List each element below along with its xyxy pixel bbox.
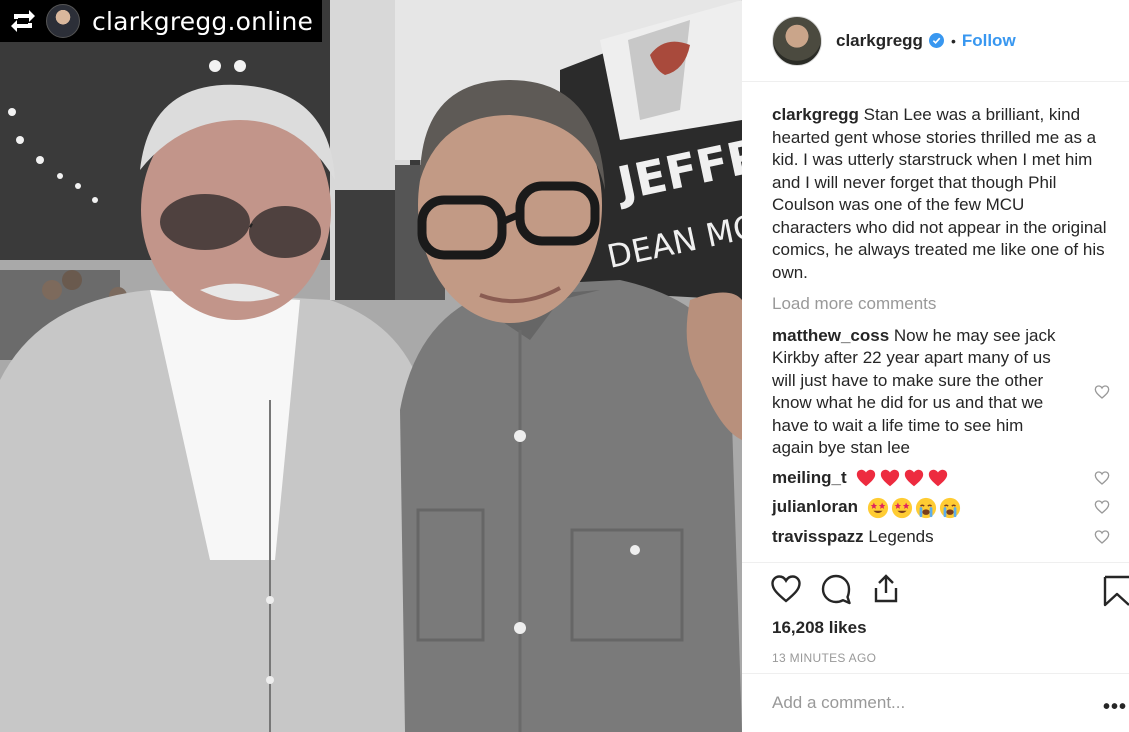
repost-icon — [8, 6, 38, 36]
post-sidebar: clarkgregg • Follow clarkgregg Stan Lee … — [742, 0, 1129, 732]
repost-avatar — [46, 4, 80, 38]
repost-bar: clarkgregg.online — [0, 0, 322, 42]
red-heart-icon — [929, 469, 948, 487]
comment-item: julianloran — [772, 496, 1122, 519]
post-caption: clarkgregg Stan Lee was a brilliant, kin… — [772, 104, 1108, 284]
like-heart-icon[interactable] — [770, 573, 802, 605]
add-comment-input[interactable] — [772, 693, 1072, 713]
post-timestamp[interactable]: 13 MINUTES AGO — [772, 651, 876, 665]
likes-count[interactable]: 16,208 likes — [772, 618, 867, 638]
star-struck-icon — [891, 497, 912, 518]
caption-text: Stan Lee was a brilliant, kind hearted g… — [772, 105, 1107, 282]
caption-username[interactable]: clarkgregg — [772, 105, 859, 124]
comment-username[interactable]: julianloran — [772, 497, 858, 516]
share-upload-icon[interactable] — [870, 573, 902, 605]
post-actions: 16,208 likes 13 MINUTES AGO — [742, 562, 1129, 672]
bookmark-icon[interactable] — [1103, 575, 1129, 607]
comment-item: travisspazz Legends — [772, 526, 1122, 549]
more-options-icon[interactable]: ••• — [1103, 696, 1127, 719]
comment-item: matthew_coss Now he may see jack Kirkby … — [772, 325, 1122, 460]
add-comment-bar: ••• — [742, 673, 1129, 732]
comment-item: meiling_t — [772, 467, 1122, 490]
avatar[interactable] — [772, 15, 822, 66]
star-struck-icon — [867, 497, 888, 518]
comment-username[interactable]: meiling_t — [772, 468, 847, 487]
like-comment-heart-icon[interactable] — [1094, 384, 1110, 400]
comment-username[interactable]: matthew_coss — [772, 326, 889, 345]
post-username[interactable]: clarkgregg — [836, 31, 923, 51]
like-comment-heart-icon[interactable] — [1094, 470, 1110, 486]
like-comment-heart-icon[interactable] — [1094, 529, 1110, 545]
red-heart-icon — [905, 469, 924, 487]
post-header: clarkgregg • Follow — [742, 0, 1129, 82]
comment-text: Now he may see jack Kirkby after 22 year… — [772, 325, 1056, 458]
red-heart-icon — [881, 469, 900, 487]
emoji-group — [867, 497, 961, 519]
like-comment-heart-icon[interactable] — [1094, 499, 1110, 515]
emoji-group — [855, 467, 949, 489]
red-heart-icon — [857, 469, 876, 487]
separator-dot: • — [950, 32, 956, 49]
comment-bubble-icon[interactable] — [820, 573, 852, 605]
comment-text: Legends — [868, 526, 934, 546]
photo-scene: JEFFRE DEAN MORGA — [0, 0, 742, 732]
repost-handle: clarkgregg.online — [92, 6, 314, 36]
comment-username[interactable]: travisspazz — [772, 527, 864, 546]
load-more-comments-button[interactable]: Load more comments — [772, 293, 1122, 316]
post-photo[interactable]: JEFFRE DEAN MORGA clarkgregg.online — [0, 0, 742, 732]
comments-list: clarkgregg Stan Lee was a brilliant, kin… — [772, 104, 1122, 548]
crying-face-icon — [915, 497, 936, 518]
crying-face-icon — [939, 497, 960, 518]
verified-badge-icon — [928, 33, 944, 48]
follow-button[interactable]: Follow — [962, 31, 1016, 51]
